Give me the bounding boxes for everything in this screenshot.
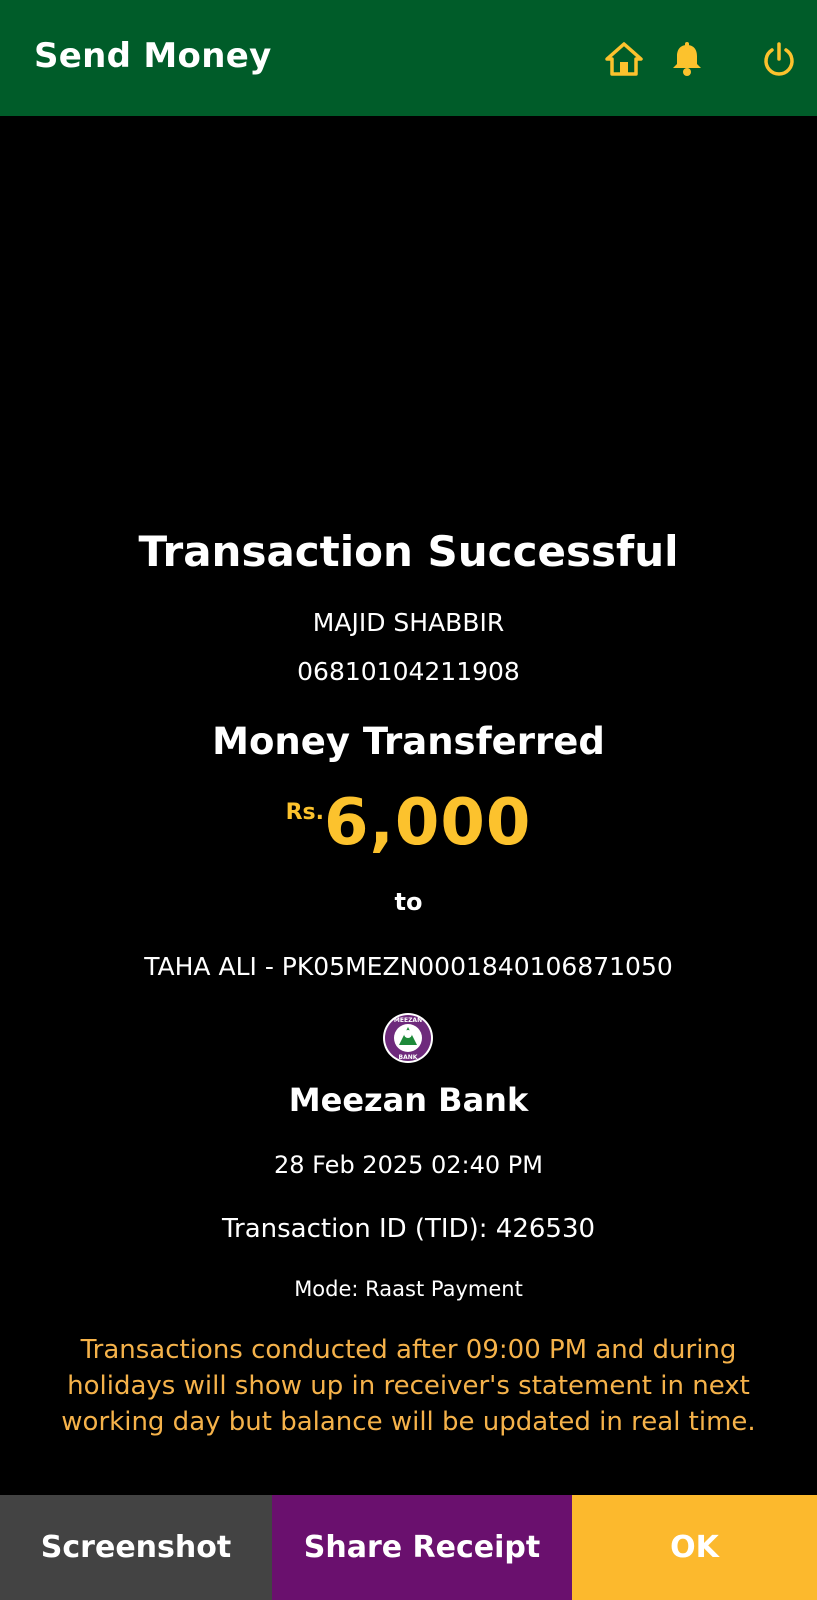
transaction-datetime: 28 Feb 2025 02:40 PM xyxy=(274,1151,543,1179)
power-icon[interactable] xyxy=(758,38,800,80)
sender-name: MAJID SHABBIR xyxy=(312,608,505,637)
transaction-status-title: Transaction Successful xyxy=(138,527,679,576)
amount-display: Rs.6,000 xyxy=(0,786,817,866)
ok-button[interactable]: OK xyxy=(572,1495,817,1600)
home-icon[interactable] xyxy=(603,38,645,80)
svg-text:MEEZAN: MEEZAN xyxy=(394,1017,422,1024)
receiver-details: TAHA ALI - PK05MEZN0001840106871050 xyxy=(144,952,673,981)
page-title: Send Money xyxy=(34,36,272,76)
bottom-action-bar: Screenshot Share Receipt OK xyxy=(0,1495,817,1600)
bank-name: Meezan Bank xyxy=(288,1081,529,1119)
payment-mode: Mode: Raast Payment xyxy=(294,1277,523,1301)
screenshot-button[interactable]: Screenshot xyxy=(0,1495,272,1600)
currency-label: Rs. xyxy=(285,800,324,825)
money-transferred-label: Money Transferred xyxy=(212,720,605,763)
share-receipt-button[interactable]: Share Receipt xyxy=(272,1495,572,1600)
to-label: to xyxy=(394,888,423,916)
transaction-id: Transaction ID (TID): 426530 xyxy=(221,1214,596,1244)
processing-notice: Transactions conducted after 09:00 PM an… xyxy=(61,1335,756,1437)
bank-logo: MEEZAN BANK xyxy=(382,1012,434,1064)
app-bar: Send Money xyxy=(0,0,817,116)
sender-account-number: 06810104211908 xyxy=(297,657,520,686)
svg-text:BANK: BANK xyxy=(399,1054,418,1061)
amount-value: 6,000 xyxy=(323,786,532,860)
bell-icon[interactable] xyxy=(666,38,708,80)
